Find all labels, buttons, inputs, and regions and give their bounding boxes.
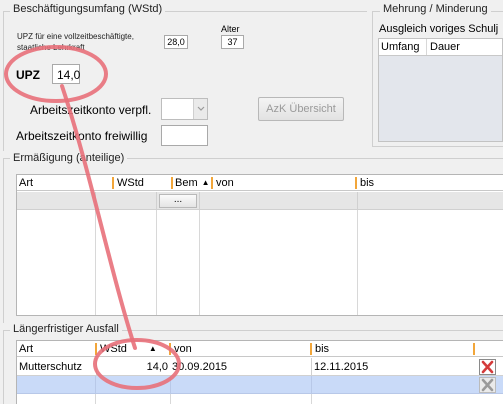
upz-full-label-line1: UPZ für eine vollzeitbeschäftigte, bbox=[17, 32, 134, 41]
aus-col-sep-1[interactable] bbox=[95, 343, 97, 355]
upz-full-label: UPZ für eine vollzeitbeschäftigte, staat… bbox=[17, 31, 134, 53]
dropdown-button[interactable] bbox=[193, 99, 207, 119]
new-row-line bbox=[311, 376, 312, 394]
chevron-down-icon bbox=[197, 106, 205, 111]
alter-label: Alter bbox=[221, 24, 240, 34]
erm-col-bem[interactable]: Bem ▲ bbox=[173, 175, 210, 191]
employment-group-title: Beschäftigungsumfang (WStd) bbox=[10, 3, 166, 15]
aus-col-sep-3[interactable] bbox=[310, 343, 312, 355]
erm-row-line bbox=[199, 192, 200, 210]
aus-grid-line bbox=[311, 394, 312, 404]
aus-grid-line bbox=[170, 394, 171, 404]
mehrung-col-umfang: Umfang bbox=[381, 41, 420, 53]
upz-value: 14,0 bbox=[57, 68, 81, 82]
erm-grid-line bbox=[95, 210, 96, 315]
erm-col-wstd[interactable]: WStd bbox=[115, 175, 144, 191]
upz-full-value: 28,0 bbox=[167, 37, 185, 47]
erm-col-bis[interactable]: bis bbox=[358, 175, 374, 191]
table-row[interactable]: Mutterschutz 14,0 30.09.2015 12.11.2015 bbox=[17, 358, 503, 376]
azk-freiwillig-label: Arbeitszeitkonto freiwillig bbox=[16, 129, 148, 143]
ausfall-header: Art WStd ▲ von bis bbox=[17, 341, 503, 357]
upz-label: UPZ bbox=[16, 68, 40, 82]
mehrung-subtitle: Ausgleich voriges Schulj bbox=[379, 23, 499, 35]
aus-col-wstd-label: WStd bbox=[100, 343, 127, 355]
alter-value: 37 bbox=[227, 37, 238, 47]
erm-col-sep-3[interactable] bbox=[211, 177, 213, 189]
aus-col-sep-2[interactable] bbox=[169, 343, 171, 355]
new-row[interactable] bbox=[17, 376, 503, 394]
erm-col-von[interactable]: von bbox=[214, 175, 234, 191]
delete-icon bbox=[481, 360, 494, 374]
delete-icon bbox=[481, 378, 494, 392]
upz-full-field: 28,0 bbox=[164, 35, 188, 49]
mehrung-grid-header: Umfang Dauer bbox=[379, 39, 502, 56]
aus-col-bis[interactable]: bis bbox=[313, 341, 329, 357]
aus-col-von[interactable]: von bbox=[172, 341, 192, 357]
azk-overview-button[interactable]: AzK Übersicht bbox=[258, 97, 344, 121]
azk-verpfl-label: Arbeitszeitkonto verpfl. bbox=[30, 103, 152, 117]
ausfall-title: Längerfristiger Ausfall bbox=[10, 323, 122, 335]
alter-field: 37 bbox=[221, 35, 244, 49]
mehrung-col-sep bbox=[426, 39, 427, 55]
erm-col-bem-label: Bem bbox=[175, 177, 198, 189]
sort-asc-icon: ▲ bbox=[148, 344, 157, 353]
erm-grid-line bbox=[357, 210, 358, 315]
sort-asc-icon: ▲ bbox=[201, 178, 210, 187]
mehrung-grid: Umfang Dauer bbox=[378, 38, 503, 142]
upz-input[interactable]: 14,0 bbox=[52, 64, 80, 84]
delete-row-button-disabled bbox=[479, 377, 496, 393]
erm-grid-line bbox=[156, 210, 157, 315]
aus-col-sep-4[interactable] bbox=[473, 343, 475, 355]
erm-grid-line bbox=[199, 210, 200, 315]
erm-col-sep-1[interactable] bbox=[112, 177, 114, 189]
aus-row-bis[interactable]: 12.11.2015 bbox=[311, 358, 474, 376]
mehrung-col-dauer: Dauer bbox=[430, 41, 460, 53]
erm-col-art[interactable]: Art bbox=[17, 175, 33, 191]
mehrung-group-title: Mehrung / Minderung bbox=[380, 3, 491, 15]
ausfall-grid: Art WStd ▲ von bis Mutterschutz 14,0 30.0… bbox=[16, 340, 503, 404]
new-row-line bbox=[170, 376, 171, 394]
erm-row-line bbox=[95, 192, 96, 210]
aus-col-art[interactable]: Art bbox=[17, 341, 33, 357]
ermaessigung-title: Ermäßigung (anteilige) bbox=[10, 152, 128, 164]
ermaessigung-header: Art WStd Bem ▲ von bis bbox=[17, 175, 503, 191]
azk-freiwillig-input[interactable] bbox=[161, 125, 208, 146]
azk-verpfl-select[interactable] bbox=[161, 98, 208, 120]
ausfall-left-border bbox=[3, 330, 4, 404]
ellipsis-button[interactable]: ... bbox=[159, 194, 197, 208]
aus-row-von[interactable]: 30.09.2015 bbox=[170, 358, 311, 376]
aus-row-wstd[interactable]: 14,0 bbox=[96, 358, 170, 376]
aus-grid-line bbox=[95, 394, 96, 404]
aus-row-art[interactable]: Mutterschutz bbox=[17, 358, 95, 376]
new-row-line bbox=[95, 376, 96, 394]
delete-row-button[interactable] bbox=[479, 359, 496, 375]
aus-col-wstd[interactable]: WStd ▲ bbox=[98, 341, 157, 357]
ermaessigung-left-border bbox=[3, 158, 4, 323]
erm-col-sep-4[interactable] bbox=[355, 177, 357, 189]
erm-new-row[interactable]: ... bbox=[17, 192, 503, 210]
upz-full-label-line2: staatliche Lehrkraft bbox=[17, 43, 85, 52]
erm-row-line bbox=[156, 192, 157, 210]
ermaessigung-grid: Art WStd Bem ▲ von bis ... bbox=[16, 174, 503, 316]
erm-row-line bbox=[357, 192, 358, 210]
